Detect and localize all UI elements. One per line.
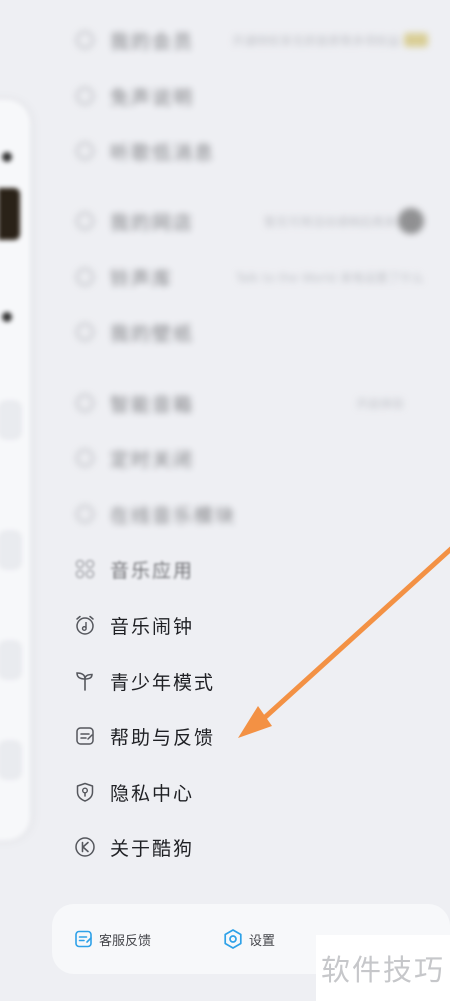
alarm-clock-icon	[74, 614, 96, 636]
menu-item-blurred[interactable]: 听歌低消息	[74, 131, 444, 171]
timer-icon	[74, 447, 96, 469]
privacy-shield-icon	[74, 781, 96, 803]
menu-item-privacy-center[interactable]: 隐私中心	[74, 772, 444, 812]
info-icon	[74, 85, 96, 107]
gear-icon	[224, 929, 242, 949]
message-icon	[74, 140, 96, 162]
service-feedback-icon	[75, 930, 92, 948]
menu-item-blurred[interactable]: 在线音乐模块	[74, 494, 444, 534]
member-icon	[74, 29, 96, 51]
menu-item-blurred[interactable]: 智能音箱 开启体验	[74, 383, 444, 423]
speaker-icon	[74, 392, 96, 414]
menu-item-blurred[interactable]: 我的网店 暂无可用活动请稍后再来	[74, 201, 444, 241]
avatar	[398, 208, 424, 234]
help-feedback-icon	[74, 725, 96, 747]
customer-service-button[interactable]: 客服反馈	[74, 929, 151, 949]
sprout-icon	[74, 670, 96, 692]
menu-item-music-apps[interactable]: 音乐应用	[74, 549, 444, 589]
menu-item-ringtone[interactable]: 铃声库 Talk to the World 来电设置了什么	[74, 257, 444, 297]
module-icon	[74, 503, 96, 525]
vip-badge	[404, 33, 428, 47]
side-menu: 我的会员 开通特权享无损音质等多项权益 免声说明 听歌低消息 我的网店 暂无可用…	[0, 0, 450, 900]
shop-icon	[74, 210, 96, 232]
menu-item-teen-mode[interactable]: 青少年模式	[74, 661, 444, 701]
menu-item-blurred[interactable]: 免声说明	[74, 76, 444, 116]
menu-item-membership[interactable]: 我的会员 开通特权享无损音质等多项权益	[74, 20, 444, 60]
grid-icon	[74, 558, 96, 580]
menu-item-blurred[interactable]: 定时关闭	[74, 438, 444, 478]
customer-service-label: 客服反馈	[99, 933, 152, 949]
settings-button[interactable]: 设置	[222, 928, 275, 950]
wallpaper-icon	[74, 321, 96, 343]
kugou-k-icon	[74, 836, 96, 858]
menu-item-help-feedback[interactable]: 帮助与反馈	[74, 716, 444, 756]
watermark: 软件技巧	[316, 935, 450, 1001]
menu-item-about-kugou[interactable]: 关于酷狗	[74, 827, 444, 867]
menu-item-music-alarm[interactable]: 音乐闹钟	[74, 605, 444, 645]
bell-icon	[74, 266, 96, 288]
menu-item-blurred[interactable]: 我的壁纸	[74, 312, 444, 352]
settings-label: 设置	[249, 933, 276, 949]
